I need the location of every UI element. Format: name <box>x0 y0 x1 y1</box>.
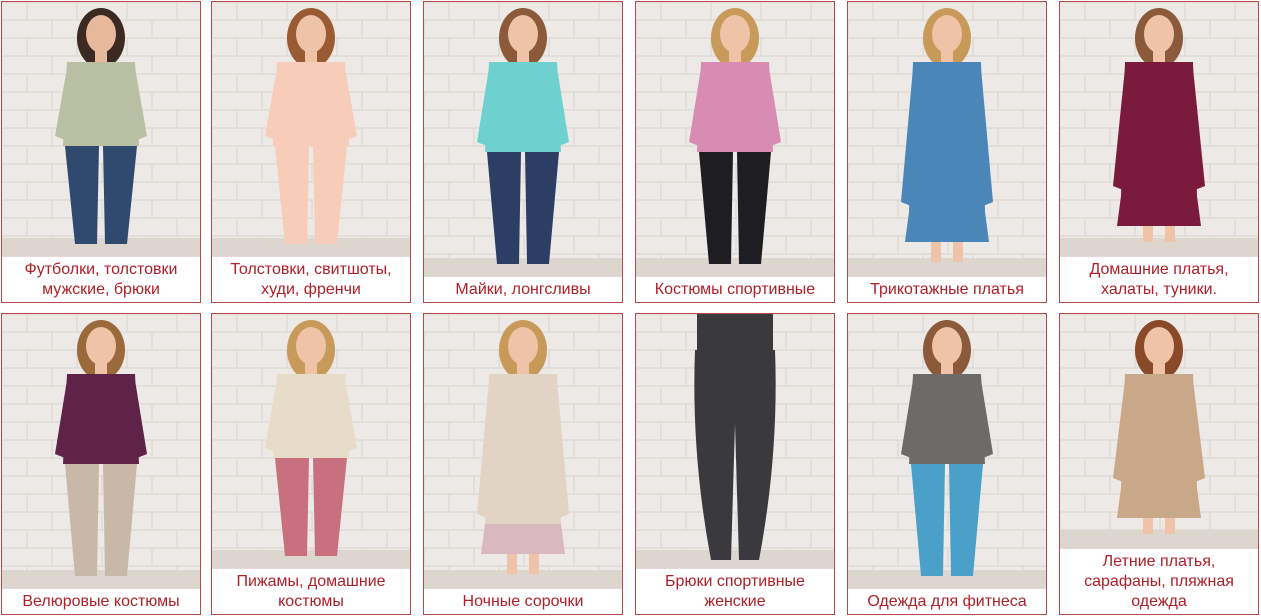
product-photo-illustration <box>1060 314 1258 548</box>
category-grid: Футболки, толстовки мужские, брюки Толст… <box>0 0 1261 616</box>
category-card-pajamas[interactable]: Пижамы, домашние костюмы <box>211 313 411 615</box>
category-card-nightgowns[interactable]: Ночные сорочки <box>423 313 623 615</box>
category-caption[interactable]: Домашние платья, халаты, туники. <box>1060 256 1258 302</box>
category-caption[interactable]: Пижамы, домашние костюмы <box>212 568 410 614</box>
category-card-fitness[interactable]: Одежда для фитнеса <box>847 313 1047 615</box>
category-caption[interactable]: Толстовки, свитшоты, худи, френчи <box>212 256 410 302</box>
product-photo-illustration <box>212 314 410 568</box>
category-card-knit-dresses[interactable]: Трикотажные платья <box>847 1 1047 303</box>
category-photo[interactable] <box>424 314 622 588</box>
category-photo[interactable] <box>848 314 1046 588</box>
category-card-home-dresses[interactable]: Домашние платья, халаты, туники. <box>1059 1 1259 303</box>
category-photo[interactable] <box>212 314 410 568</box>
category-caption[interactable]: Костюмы спортивные <box>636 276 834 302</box>
product-photo-illustration <box>636 314 834 568</box>
product-photo-illustration <box>848 2 1046 276</box>
product-photo-illustration <box>636 2 834 276</box>
category-card-mens-tshirts[interactable]: Футболки, толстовки мужские, брюки <box>1 1 201 303</box>
product-photo-illustration <box>424 314 622 588</box>
category-caption[interactable]: Летние платья, сарафаны, пляжная одежда <box>1060 548 1258 614</box>
category-caption[interactable]: Ночные сорочки <box>424 588 622 614</box>
category-caption[interactable]: Майки, лонгсливы <box>424 276 622 302</box>
category-card-hoodies[interactable]: Толстовки, свитшоты, худи, френчи <box>211 1 411 303</box>
category-card-tracksuits[interactable]: Костюмы спортивные <box>635 1 835 303</box>
category-photo[interactable] <box>2 314 200 588</box>
category-card-tshirts-longsleeves[interactable]: Майки, лонгсливы <box>423 1 623 303</box>
product-photo-illustration <box>212 2 410 256</box>
category-photo[interactable] <box>636 314 834 568</box>
category-card-velour-suits[interactable]: Велюровые костюмы <box>1 313 201 615</box>
product-photo-illustration <box>848 314 1046 588</box>
category-caption[interactable]: Одежда для фитнеса <box>848 588 1046 614</box>
category-caption[interactable]: Велюровые костюмы <box>2 588 200 614</box>
product-photo-illustration <box>424 2 622 276</box>
category-photo[interactable] <box>848 2 1046 276</box>
product-photo-illustration <box>2 2 200 256</box>
category-photo[interactable] <box>2 2 200 256</box>
category-photo[interactable] <box>212 2 410 256</box>
category-caption[interactable]: Брюки спортивные женские <box>636 568 834 614</box>
product-photo-illustration <box>1060 2 1258 256</box>
category-photo[interactable] <box>636 2 834 276</box>
category-caption[interactable]: Трикотажные платья <box>848 276 1046 302</box>
product-photo-illustration <box>2 314 200 588</box>
category-card-summer-dresses[interactable]: Летние платья, сарафаны, пляжная одежда <box>1059 313 1259 615</box>
category-photo[interactable] <box>1060 314 1258 548</box>
category-photo[interactable] <box>424 2 622 276</box>
category-card-sport-pants[interactable]: Брюки спортивные женские <box>635 313 835 615</box>
category-photo[interactable] <box>1060 2 1258 256</box>
category-caption[interactable]: Футболки, толстовки мужские, брюки <box>2 256 200 302</box>
